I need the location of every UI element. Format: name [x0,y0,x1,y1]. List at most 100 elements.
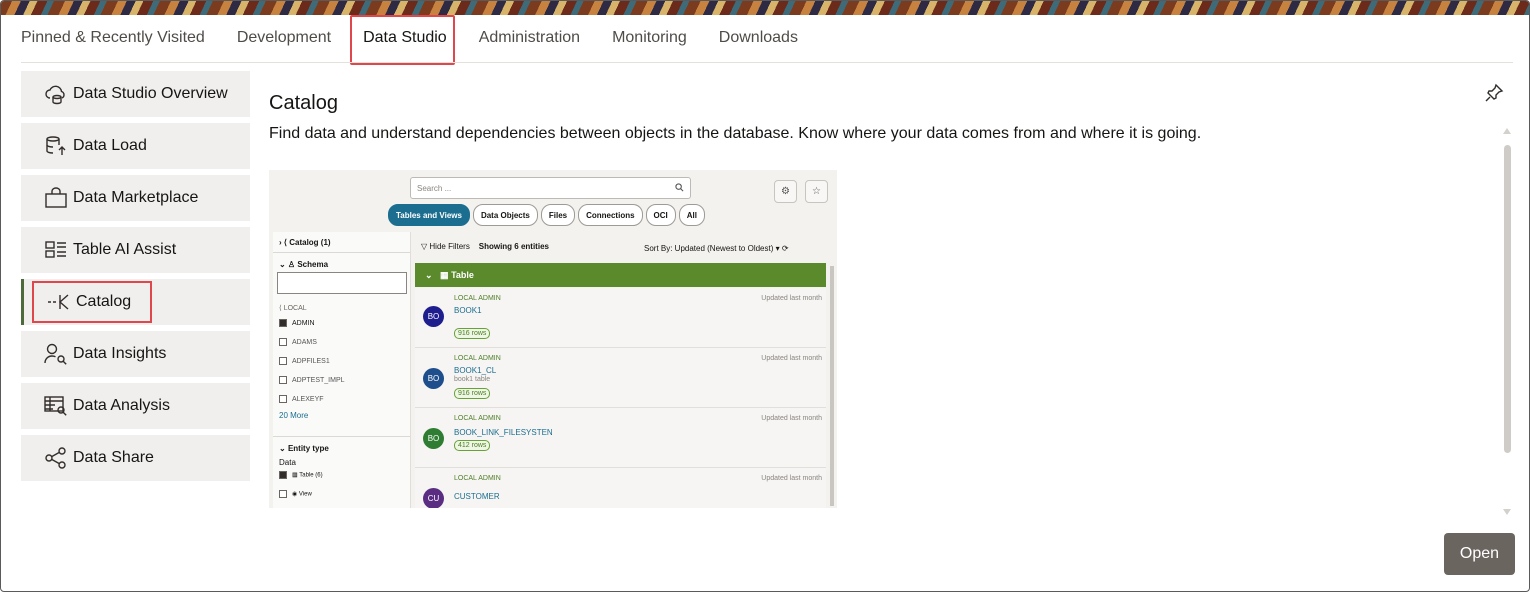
preview-table-header-label: Table [451,270,474,280]
entity-name: CUSTOMER [454,492,500,501]
sidebar-item-table-ai-assist[interactable]: Table AI Assist [21,227,250,273]
preview-scrollbar [830,266,834,506]
preview-schema-label: Schema [297,260,329,269]
preview-schema-option: ADPFILES1 [279,357,330,365]
preview-sort: Sort By: Updated (Newest to Oldest) ▾ ⟳ [644,244,789,253]
filter-icon: ▽ [421,242,428,251]
sidebar-item-catalog[interactable]: Catalog [21,279,250,325]
entity-meta: LOCAL ADMIN [454,415,501,422]
avatar: CU [423,488,444,508]
data-studio-window: Pinned & Recently Visited Development Da… [0,0,1530,592]
vertical-scrollbar[interactable] [1504,145,1511,453]
sidebar-item-label: Data Marketplace [73,189,199,206]
entity-name: BOOK_LINK_FILESYSTEN [454,428,553,437]
preview-chip: OCI [645,204,676,226]
preview-schema-option: ADAMS [279,338,317,346]
schema-option-label: ADMIN [292,319,315,327]
chevron-down-icon: ⌄ [425,269,441,280]
sidebar-item-data-marketplace[interactable]: Data Marketplace [21,175,250,221]
preview-showing-count: Showing 6 entities [478,242,549,251]
sidebar-item-data-insights[interactable]: Data Insights [21,331,250,377]
list-item: LOCAL ADMIN Updated last month BO BOOK1 … [415,288,826,348]
pin-icon[interactable] [1484,83,1504,103]
preview-local-row: ⟨ LOCAL [279,305,307,312]
entity-updated: Updated last month [761,355,822,362]
preview-schema-option: ALEXEYF [279,395,324,403]
person-search-icon [43,342,69,366]
decorative-banner [1,1,1529,15]
entity-updated: Updated last month [761,295,822,302]
entity-name: BOOK1 [454,306,482,315]
preview-search-input: Search ... [410,177,691,199]
preview-hide-filters: Hide Filters [429,242,470,251]
entity-option-label: Table (6) [299,472,323,479]
detail-description: Find data and understand dependencies be… [269,125,1202,142]
catalog-preview-image: Search ... ⚙ ☆ Tables and Views Data Obj… [269,170,837,508]
refresh-icon: ⟳ [781,244,789,253]
preview-catalog-label: Catalog (1) [289,238,331,247]
sidebar-item-data-share[interactable]: Data Share [21,435,250,481]
sidebar-item-label: Data Load [73,137,147,154]
sidebar-item-label: Data Analysis [73,397,170,414]
sidebar-item-data-load[interactable]: Data Load [21,123,250,169]
detail-title: Catalog [269,92,338,114]
tab-downloads[interactable]: Downloads [719,23,798,55]
tab-divider [21,62,1513,63]
preview-schema-option: ADPTEST_IMPL [279,376,345,384]
preview-chip: Files [540,204,576,226]
preview-entity-type-row: ⌄ Entity type [279,444,329,453]
sidebar-item-data-studio-overview[interactable]: Data Studio Overview [21,71,250,117]
sidebar-item-label: Data Share [73,449,154,466]
catalog-highlight-box [32,281,152,323]
search-icon [675,183,684,192]
avatar: BO [423,306,444,327]
entity-name: BOOK1_CL [454,366,497,375]
preview-local-label: LOCAL [283,305,307,312]
row-count-badge: 412 rows [454,440,491,451]
row-count-badge: 916 rows [454,328,491,339]
list-item: LOCAL ADMIN Updated last month CU CUSTOM… [415,468,826,508]
preview-catalog-row: › ⟨ Catalog (1) [279,238,331,247]
table-search-icon [43,394,69,418]
tab-development[interactable]: Development [237,23,331,55]
entity-meta: LOCAL ADMIN [454,295,501,302]
entity-description: book1 table [454,376,491,383]
schema-option-label: ADAMS [292,338,317,346]
tab-administration[interactable]: Administration [479,23,580,55]
scroll-up-arrow[interactable] [1503,128,1511,134]
sidebar-item-data-analysis[interactable]: Data Analysis [21,383,250,429]
list-item: LOCAL ADMIN Updated last month BO BOOK_L… [415,408,826,468]
open-button[interactable]: Open [1444,533,1515,575]
cloud-database-icon [43,82,69,106]
row-count-badge: 916 rows [454,388,491,399]
sidebar-item-label: Data Insights [73,345,167,362]
list-item: LOCAL ADMIN Updated last month BO BOOK1_… [415,348,826,408]
avatar: BO [423,368,444,389]
preview-schema-row: ⌄ ♙ Schema [279,260,329,269]
sidebar-item-label: Data Studio Overview [73,85,228,102]
shopping-bag-icon [43,186,69,210]
preview-entity-option: ▦ Table (6) [279,471,323,479]
preview-schema-option: ADMIN [279,319,315,327]
sidebar-item-label: Table AI Assist [73,241,177,258]
preview-entity-list: LOCAL ADMIN Updated last month BO BOOK1 … [415,288,826,508]
preview-filter-chips: Tables and Views Data Objects Files Conn… [388,204,706,226]
preview-schema-input [277,272,407,294]
avatar: BO [423,428,444,449]
preview-search-placeholder: Search ... [417,184,452,193]
tab-data-studio[interactable]: Data Studio [350,15,455,65]
top-tabs: Pinned & Recently Visited Development Da… [21,15,830,65]
data-studio-sidebar: Data Studio Overview Data Load Data Mark… [21,71,250,487]
tab-pinned-recently-visited[interactable]: Pinned & Recently Visited [21,23,205,55]
entity-meta: LOCAL ADMIN [454,355,501,362]
tab-monitoring[interactable]: Monitoring [612,23,687,55]
preview-entity-option: ◉ View [279,490,312,498]
entity-option-label: View [298,491,312,498]
schema-option-label: ADPFILES1 [292,357,330,365]
preview-toolbar: ▽ Hide Filters Showing 6 entities [421,242,549,251]
preview-sort-label: Sort By: Updated (Newest to Oldest) [644,244,774,253]
schema-option-label: ALEXEYF [292,395,324,403]
entity-meta: LOCAL ADMIN [454,475,501,482]
preview-chip: Tables and Views [388,204,470,226]
scroll-down-arrow[interactable] [1503,509,1511,515]
